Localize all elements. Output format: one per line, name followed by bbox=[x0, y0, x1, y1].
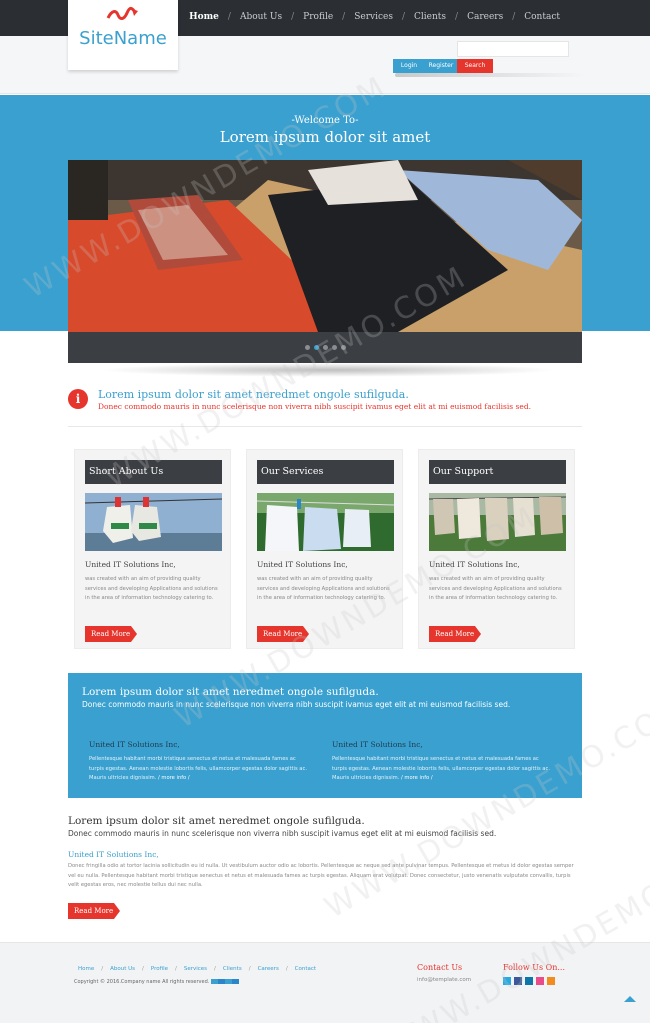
slider-dot-active[interactable] bbox=[314, 345, 319, 350]
band-column-body: Pellentesque habitant morbi tristique se… bbox=[89, 755, 307, 784]
main-nav: Home / About Us / Profile / Services / C… bbox=[189, 12, 560, 22]
rss-icon[interactable] bbox=[547, 977, 555, 985]
register-button[interactable]: Register bbox=[425, 59, 457, 73]
more-info-link[interactable]: / more info / bbox=[401, 775, 433, 781]
box-company: United IT Solutions Inc, bbox=[257, 560, 348, 569]
info-title: Lorem ipsum dolor sit amet neredmet ongo… bbox=[98, 388, 409, 401]
login-button[interactable]: Login bbox=[393, 59, 425, 73]
nav-profile[interactable]: Profile bbox=[303, 12, 333, 22]
band-subtitle: Donec commodo mauris in nunc scelerisque… bbox=[82, 700, 511, 709]
hero-welcome: -Welcome To- bbox=[291, 115, 359, 126]
twitter-icon[interactable] bbox=[503, 977, 511, 985]
back-to-top-icon[interactable] bbox=[624, 996, 636, 1002]
box-body: was created with an aim of providing qua… bbox=[429, 576, 562, 601]
nav-careers[interactable]: Careers bbox=[467, 12, 503, 22]
copyright: Copyright © 2016.Company name All rights… bbox=[74, 979, 239, 985]
footer-nav-clients[interactable]: Clients bbox=[223, 966, 242, 972]
footer-nav-services[interactable]: Services bbox=[184, 966, 207, 972]
nav-about[interactable]: About Us bbox=[240, 12, 282, 22]
box-company: United IT Solutions Inc, bbox=[85, 560, 176, 569]
social-links bbox=[503, 977, 555, 985]
box-heading: Our Support bbox=[429, 460, 566, 484]
feature-box-support: Our Support United IT Solutions Inc, was… bbox=[418, 449, 575, 649]
hero-slide-image bbox=[68, 160, 582, 332]
box-heading: Short About Us bbox=[85, 460, 222, 484]
section-title: Lorem ipsum dolor sit amet neredmet ongo… bbox=[68, 815, 365, 827]
footer-nav-about[interactable]: About Us bbox=[110, 966, 135, 972]
box-body: was created with an aim of providing qua… bbox=[85, 576, 218, 601]
footer-nav: Home / About Us / Profile / Services / Clien… bbox=[78, 966, 316, 972]
site-logo[interactable]: SiteName bbox=[68, 0, 178, 70]
footer-nav-separator: / bbox=[101, 966, 104, 972]
facebook-icon[interactable] bbox=[514, 977, 522, 985]
read-more-button[interactable]: Read More bbox=[85, 626, 137, 642]
band-column-body: Pellentesque habitant morbi tristique se… bbox=[332, 755, 550, 784]
footer-nav-profile[interactable]: Profile bbox=[151, 966, 168, 972]
box-image-clothesline bbox=[429, 493, 566, 551]
more-info-link[interactable]: / more info / bbox=[158, 775, 190, 781]
feature-box-services: Our Services United IT Solutions Inc, wa… bbox=[246, 449, 403, 649]
nav-separator: / bbox=[512, 12, 516, 22]
hero-title: Lorem ipsum dolor sit amet bbox=[219, 128, 431, 146]
slider-dot[interactable] bbox=[323, 345, 328, 350]
search-input[interactable] bbox=[457, 41, 569, 57]
band-column-text: Pellentesque habitant morbi tristique se… bbox=[89, 756, 307, 781]
footer-nav-contact[interactable]: Contact bbox=[295, 966, 316, 972]
slider-dot[interactable] bbox=[341, 345, 346, 350]
box-heading: Our Services bbox=[257, 460, 394, 484]
footer-nav-separator: / bbox=[248, 966, 251, 972]
slider-dot[interactable] bbox=[305, 345, 310, 350]
footer-nav-separator: / bbox=[174, 966, 177, 972]
button-shadow bbox=[395, 73, 585, 77]
nav-separator: / bbox=[342, 12, 346, 22]
logo-arrow-icon bbox=[106, 6, 138, 20]
band-title: Lorem ipsum dolor sit amet neredmet ongo… bbox=[82, 686, 379, 698]
box-company: United IT Solutions Inc, bbox=[429, 560, 520, 569]
slider-dots bbox=[305, 345, 346, 350]
read-more-button[interactable]: Read More bbox=[68, 903, 120, 919]
nav-separator: / bbox=[291, 12, 295, 22]
footer-nav-separator: / bbox=[142, 966, 144, 972]
section-subtitle: Donec commodo mauris in nunc scelerisque… bbox=[68, 829, 497, 838]
slider-dot[interactable] bbox=[332, 345, 337, 350]
nav-services[interactable]: Services bbox=[354, 12, 393, 22]
info-subtitle: Donec commodo mauris in nunc scelerisque… bbox=[98, 402, 532, 411]
footer-nav-separator: / bbox=[214, 966, 216, 972]
contact-email[interactable]: info@template.com bbox=[417, 977, 471, 983]
band-column-title: United IT Solutions Inc, bbox=[89, 740, 180, 749]
section-body: Donec fringilla odio at tortor lacinia s… bbox=[68, 863, 574, 888]
nav-clients[interactable]: Clients bbox=[414, 12, 446, 22]
footer-nav-separator: / bbox=[285, 966, 288, 972]
nav-contact[interactable]: Contact bbox=[524, 12, 560, 22]
nav-separator: / bbox=[455, 12, 459, 22]
nav-separator: / bbox=[401, 12, 405, 22]
copyright-text: Copyright © 2016.Company name All rights… bbox=[74, 979, 210, 985]
band-column-title: United IT Solutions Inc, bbox=[332, 740, 423, 749]
follow-title: Follow Us On... bbox=[503, 963, 565, 972]
band-column-text: Pellentesque habitant morbi tristique se… bbox=[332, 756, 550, 781]
feature-box-about: Short About Us United IT Solutions Inc, … bbox=[74, 449, 231, 649]
read-more-button[interactable]: Read More bbox=[429, 626, 481, 642]
box-image-laundry bbox=[257, 493, 394, 551]
info-icon: i bbox=[68, 389, 88, 409]
footer-nav-home[interactable]: Home bbox=[78, 966, 94, 972]
dribbble-icon[interactable] bbox=[536, 977, 544, 985]
box-image-shoes bbox=[85, 493, 222, 551]
divider bbox=[68, 426, 582, 427]
box-body: was created with an aim of providing qua… bbox=[257, 576, 390, 601]
slider-shadow bbox=[100, 363, 556, 377]
read-more-button[interactable]: Read More bbox=[257, 626, 309, 642]
search-button[interactable]: Search bbox=[457, 59, 493, 73]
validator-badges-icon bbox=[210, 979, 239, 984]
nav-home[interactable]: Home bbox=[189, 12, 219, 22]
site-name: SiteName bbox=[79, 28, 167, 49]
highlight-band: Lorem ipsum dolor sit amet neredmet ongo… bbox=[68, 673, 582, 798]
linkedin-icon[interactable] bbox=[525, 977, 533, 985]
contact-title: Contact Us bbox=[417, 963, 463, 972]
footer-nav-careers[interactable]: Careers bbox=[258, 966, 279, 972]
section-company: United IT Solutions Inc, bbox=[68, 850, 159, 859]
nav-separator: / bbox=[227, 12, 231, 22]
